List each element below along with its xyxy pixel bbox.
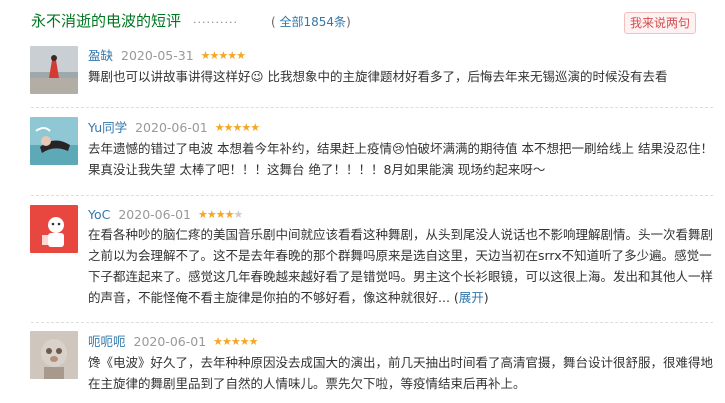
- comment-user[interactable]: YoC: [88, 207, 110, 222]
- avatar[interactable]: [30, 46, 78, 94]
- star-filled-icon: ★: [239, 335, 250, 348]
- avatar-image: [30, 205, 78, 253]
- divider: [31, 107, 713, 108]
- star-filled-icon: ★: [200, 49, 211, 62]
- star-filled-icon: ★: [223, 121, 234, 134]
- section-header: 永不消逝的电波的短评 ·········· ( 全部1854条) 我来说两句: [31, 11, 725, 34]
- comment-date: 2020-05-31: [121, 48, 194, 63]
- comment-text: 在看各种吵的脑仁疼的美国音乐剧中间就应该看看这种舞剧，从头到尾没人说话也不影响理…: [88, 227, 714, 305]
- comment-meta: 盈缺 2020-05-31 ★★★★★: [88, 48, 246, 64]
- comment-date: 2020-06-01: [118, 207, 191, 222]
- expand-wrap: (展开): [449, 290, 489, 305]
- write-comment-button[interactable]: 我来说两句: [623, 12, 696, 34]
- comment-date: 2020-06-01: [133, 334, 207, 349]
- comment-text: 去年遗憾的错过了电波 本想着今年补约，结果赶上疫情😢怕破坏满满的期待值 本不想把…: [88, 141, 713, 177]
- star-filled-icon: ★: [206, 208, 217, 221]
- avatar[interactable]: [30, 205, 78, 253]
- star-filled-icon: ★: [215, 208, 226, 221]
- rating-stars: ★★★★★: [197, 207, 243, 223]
- comment-count: ( 全部1854条): [271, 15, 351, 29]
- comment-text: 舞剧也可以讲故事讲得这样好😉 比我想象中的主旋律题材好看多了，后悔去年来无锡巡演…: [88, 69, 668, 84]
- comment-user[interactable]: Yu同学: [88, 120, 127, 135]
- comment-meta: YoC 2020-06-01 ★★★★★: [88, 207, 243, 223]
- divider: [31, 195, 713, 196]
- avatar-image: [30, 117, 78, 165]
- title-dots: ··········: [193, 16, 238, 29]
- avatar-image: [30, 331, 78, 379]
- star-filled-icon: ★: [250, 121, 260, 134]
- comment-user[interactable]: 盈缺: [88, 48, 113, 63]
- avatar[interactable]: [30, 331, 78, 379]
- comment-meta: 呃呃呃 2020-06-01 ★★★★★: [88, 334, 259, 350]
- star-filled-icon: ★: [218, 49, 228, 62]
- rating-stars: ★★★★★: [214, 120, 260, 136]
- star-filled-icon: ★: [230, 335, 241, 348]
- star-filled-icon: ★: [222, 335, 232, 348]
- expand-link[interactable]: 展开: [459, 290, 484, 305]
- avatar-image: [30, 46, 78, 94]
- star-filled-icon: ★: [227, 49, 237, 62]
- star-filled-icon: ★: [248, 335, 259, 348]
- star-filled-icon: ★: [236, 49, 246, 62]
- comment-text: 馋《电波》好久了，去年种种原因没去成国大的演出，前几天抽出时间看了高清官摄，舞台…: [88, 355, 714, 391]
- star-empty-icon: ★: [233, 208, 243, 221]
- avatar[interactable]: [30, 117, 78, 165]
- star-filled-icon: ★: [197, 208, 208, 221]
- all-comments-link[interactable]: 全部1854条: [280, 15, 347, 29]
- divider: [31, 322, 713, 323]
- star-filled-icon: ★: [241, 121, 251, 134]
- star-filled-icon: ★: [213, 335, 223, 348]
- comment-meta: Yu同学 2020-06-01 ★★★★★: [88, 120, 260, 136]
- rating-stars: ★★★★★: [213, 334, 259, 350]
- section-title: 永不消逝的电波的短评: [31, 12, 182, 30]
- comment-date: 2020-06-01: [135, 120, 208, 135]
- comment-user[interactable]: 呃呃呃: [88, 334, 126, 349]
- star-filled-icon: ★: [214, 121, 225, 134]
- rating-stars: ★★★★★: [200, 48, 246, 64]
